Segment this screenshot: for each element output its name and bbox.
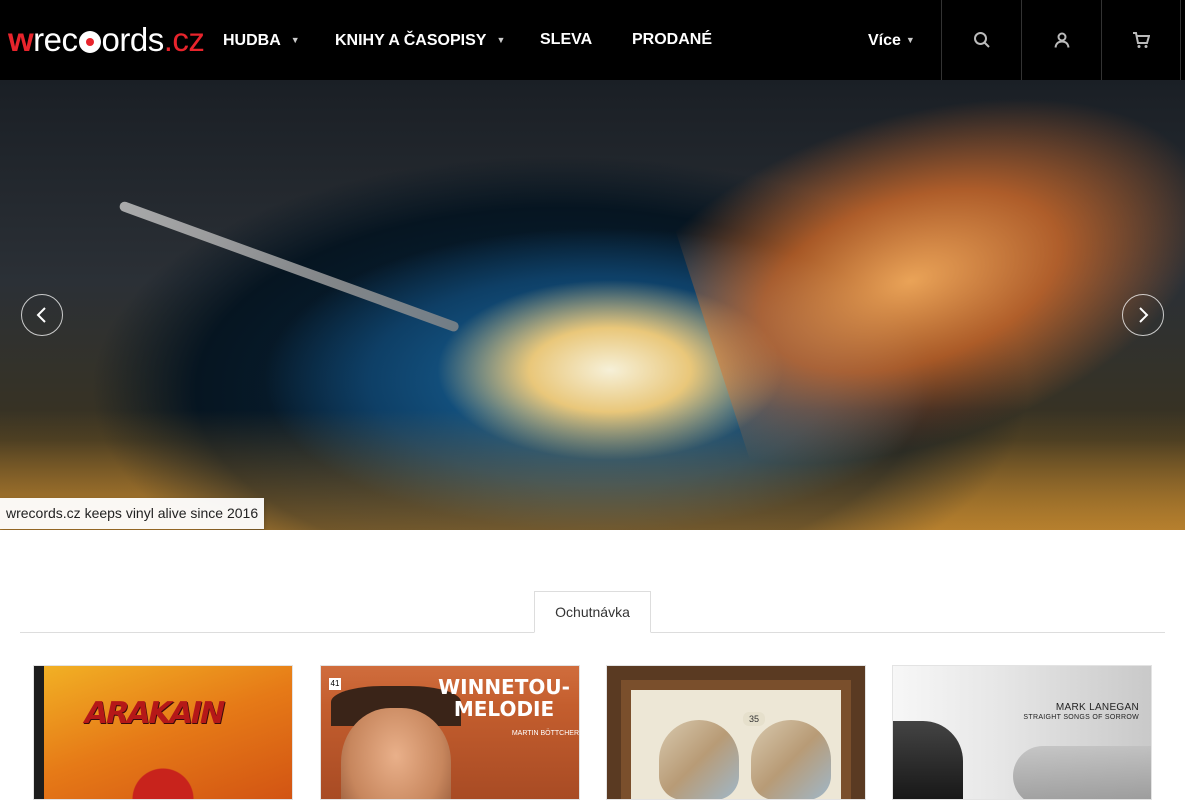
logo-ords: ords xyxy=(101,21,165,58)
nav-label: SLEVA xyxy=(540,31,593,48)
logo-rec: rec xyxy=(33,21,78,58)
cover-number: 35 xyxy=(743,712,765,726)
nav-more[interactable]: Více ▼ xyxy=(868,0,915,80)
hero-slider: wrecords.cz keeps vinyl alive since 2016 xyxy=(0,80,1185,530)
nav-more-label: Více xyxy=(868,32,901,49)
product-card[interactable]: 41 WINNETOU-MELODIE MARTIN BÖTTCHER xyxy=(320,665,580,800)
butterfly-wing-graphic xyxy=(659,720,739,799)
nav-label: PRODANÉ xyxy=(632,31,713,48)
chevron-down-icon: ▼ xyxy=(496,35,506,45)
cover-album: STRAIGHT SONGS OF SORROW xyxy=(1023,714,1139,721)
cart-icon xyxy=(1133,32,1150,48)
nav-item-hudba[interactable]: HUDBA ▼ xyxy=(223,0,300,80)
chevron-down-icon: ▼ xyxy=(905,35,915,45)
cover-subtitle: MARTIN BÖTTCHER xyxy=(511,730,579,737)
site-header: w rec ords .cz HUDBA ▼ KNIHY A ČASOPISY ▼ … xyxy=(0,0,1185,80)
nav-item-prodane[interactable]: PRODANÉ xyxy=(632,0,712,80)
cover-text: ARAKAIN xyxy=(80,696,227,731)
slider-prev-button[interactable] xyxy=(21,294,63,336)
slider-next-button[interactable] xyxy=(1122,294,1164,336)
product-card[interactable]: ARAKAIN xyxy=(33,665,293,800)
nav-item-sleva[interactable]: SLEVA xyxy=(540,0,592,80)
cover-artist: MARK LANEGAN xyxy=(1055,702,1139,713)
cover-arm-graphic xyxy=(1013,746,1151,799)
nav-label: HUDBA xyxy=(223,32,281,49)
nav-label: KNIHY A ČASOPISY xyxy=(335,32,487,49)
cover-portrait-graphic xyxy=(341,708,451,799)
logo-w: w xyxy=(8,21,34,58)
search-button[interactable] xyxy=(941,0,1021,80)
account-button[interactable] xyxy=(1021,0,1101,80)
butterfly-wing-graphic xyxy=(751,720,831,799)
search-icon xyxy=(973,32,990,48)
product-card[interactable]: MARK LANEGAN STRAIGHT SONGS OF SORROW xyxy=(892,665,1152,800)
cart-button[interactable] xyxy=(1101,0,1181,80)
chevron-down-icon: ▼ xyxy=(290,35,300,45)
chevron-left-icon xyxy=(36,307,46,323)
logo-cz: .cz xyxy=(163,21,205,58)
product-card[interactable]: 35 xyxy=(606,665,866,800)
site-logo[interactable]: w rec ords .cz xyxy=(8,21,205,58)
turntable-arm-graphic xyxy=(118,200,460,333)
cd-case-edge xyxy=(34,666,44,799)
chevron-right-icon xyxy=(1139,307,1149,323)
vinyl-icon xyxy=(78,31,101,53)
user-icon xyxy=(1054,32,1069,48)
nav-item-knihy[interactable]: KNIHY A ČASOPISY ▼ xyxy=(335,0,505,80)
cover-number: 41 xyxy=(329,678,341,690)
cover-title: WINNETOU-MELODIE xyxy=(438,675,570,721)
cover-frame-graphic: 35 xyxy=(621,680,851,799)
tab-ochutnavka[interactable]: Ochutnávka xyxy=(534,591,651,633)
slide-caption: wrecords.cz keeps vinyl alive since 2016 xyxy=(0,498,265,529)
